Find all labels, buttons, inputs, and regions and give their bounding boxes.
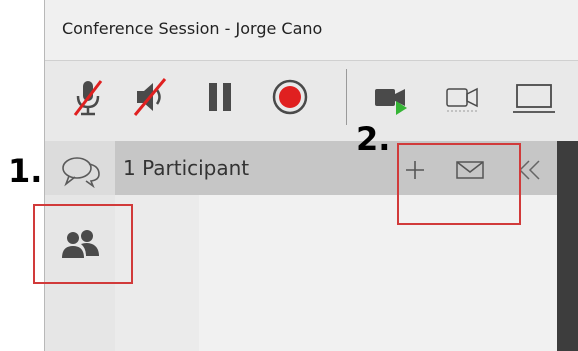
annotation-label-2: 2. <box>356 120 391 158</box>
chat-bubbles-icon <box>62 157 100 189</box>
window-title: Conference Session - Jorge Cano <box>62 19 323 38</box>
annotation-label-1: 1. <box>8 152 43 190</box>
record-icon <box>272 79 308 115</box>
screen-share-button[interactable] <box>511 77 557 117</box>
pause-icon <box>209 83 231 111</box>
window-edge <box>557 141 578 351</box>
record-button[interactable] <box>267 77 313 117</box>
annotation-box-1 <box>33 204 133 284</box>
toolbar-separator <box>346 69 347 125</box>
video-share-button[interactable] <box>367 77 413 117</box>
mute-speaker-button[interactable] <box>127 77 173 117</box>
speaker-muted-icon <box>133 78 167 116</box>
camera-outline-icon <box>446 87 478 112</box>
participant-count: 1 Participant <box>123 156 250 180</box>
toolbar <box>45 61 578 141</box>
mute-microphone-button[interactable] <box>65 77 111 117</box>
microphone-muted-icon <box>73 80 103 116</box>
pause-button[interactable] <box>197 77 243 117</box>
video-camera-icon <box>375 89 407 115</box>
annotation-box-2 <box>397 143 521 225</box>
title-bar: Conference Session - Jorge Cano <box>45 0 578 61</box>
chat-tab[interactable] <box>59 154 103 189</box>
monitor-icon <box>513 84 555 113</box>
camera-button[interactable] <box>439 77 485 117</box>
